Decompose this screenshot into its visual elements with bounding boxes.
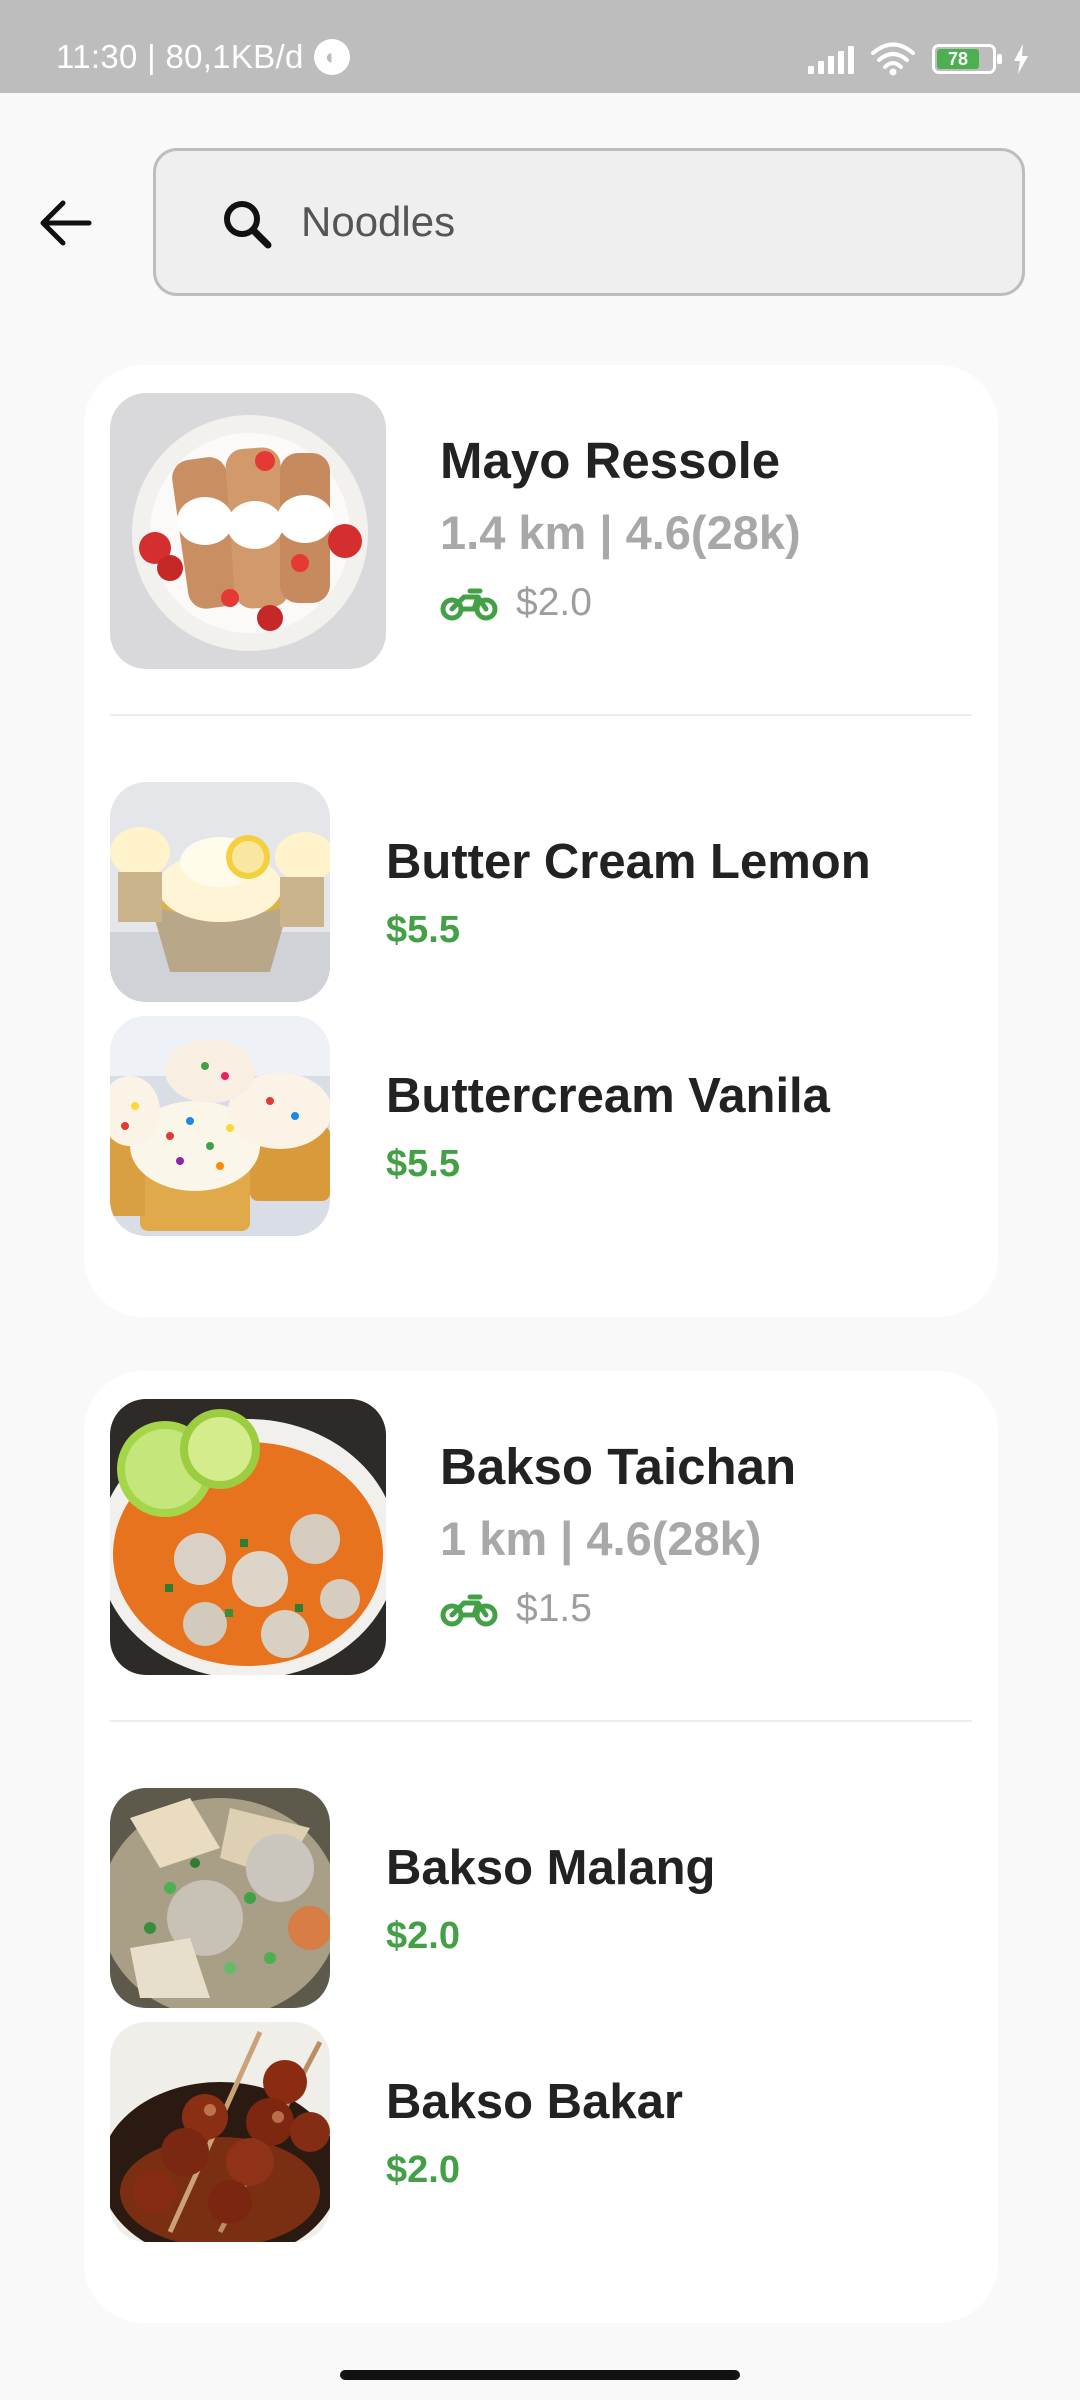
restaurant-card[interactable]: Mayo Ressole 1.4 km | 4.6(28k) $2.0 Butt… — [84, 365, 998, 1317]
top-bar — [0, 93, 1080, 343]
menu-item-image — [110, 2022, 330, 2242]
status-right: 78 — [808, 42, 1030, 76]
signal-icon — [808, 44, 854, 74]
search-bar[interactable] — [153, 148, 1025, 296]
home-indicator[interactable] — [340, 2370, 740, 2380]
battery-level: 78 — [937, 49, 980, 69]
restaurant-name: Bakso Taichan — [440, 1438, 797, 1495]
status-left: 11:30 | 80,1KB/d ◐ — [56, 38, 350, 76]
charging-icon — [1014, 44, 1028, 74]
delivery-fee: $2.0 — [516, 581, 592, 624]
status-time-speed: 11:30 | 80,1KB/d — [56, 38, 304, 75]
menu-item[interactable]: Buttercream Vanila $5.5 — [110, 1016, 970, 1236]
restaurant-distance-rating: 1 km | 4.6(28k) — [440, 1512, 762, 1565]
menu-item-name: Bakso Bakar — [386, 2075, 683, 2129]
menu-item-image — [110, 1788, 330, 2008]
restaurant-image — [110, 1399, 386, 1675]
motorbike-icon — [440, 1594, 498, 1627]
back-button[interactable] — [30, 188, 100, 258]
menu-item[interactable]: Butter Cream Lemon $5.5 — [110, 782, 970, 1002]
status-bar: 11:30 | 80,1KB/d ◐ 78 — [0, 0, 1080, 93]
delivery-info: $1.5 — [440, 1587, 592, 1631]
menu-item[interactable]: Bakso Malang $2.0 — [110, 1788, 970, 2008]
menu-item-name: Bakso Malang — [386, 1841, 716, 1895]
menu-item-name: Buttercream Vanila — [386, 1069, 830, 1123]
search-icon — [224, 201, 272, 249]
menu-item-name: Butter Cream Lemon — [386, 835, 871, 889]
menu-item-price: $2.0 — [386, 2149, 460, 2191]
delivery-fee: $1.5 — [516, 1587, 592, 1630]
battery-icon: 78 — [932, 44, 1002, 74]
menu-item-price: $5.5 — [386, 909, 460, 951]
search-input[interactable] — [301, 151, 981, 293]
restaurant-distance-rating: 1.4 km | 4.6(28k) — [440, 506, 801, 559]
wifi-icon — [871, 42, 915, 76]
menu-item[interactable]: Bakso Bakar $2.0 — [110, 2022, 970, 2242]
restaurant-header[interactable]: Mayo Ressole 1.4 km | 4.6(28k) $2.0 — [110, 393, 970, 669]
menu-item-price: $5.5 — [386, 1143, 460, 1185]
divider — [110, 714, 972, 716]
menu-item-image — [110, 1016, 330, 1236]
restaurant-header[interactable]: Bakso Taichan 1 km | 4.6(28k) $1.5 — [110, 1399, 970, 1675]
notification-icon: ◐ — [313, 39, 350, 75]
delivery-info: $2.0 — [440, 581, 592, 625]
restaurant-card[interactable]: Bakso Taichan 1 km | 4.6(28k) $1.5 Bakso… — [84, 1371, 998, 2323]
divider — [110, 1720, 972, 1722]
arrow-left-icon — [40, 200, 92, 246]
menu-item-image — [110, 782, 330, 1002]
motorbike-icon — [440, 588, 498, 621]
restaurant-image — [110, 393, 386, 669]
menu-item-price: $2.0 — [386, 1915, 460, 1957]
restaurant-name: Mayo Ressole — [440, 432, 781, 489]
